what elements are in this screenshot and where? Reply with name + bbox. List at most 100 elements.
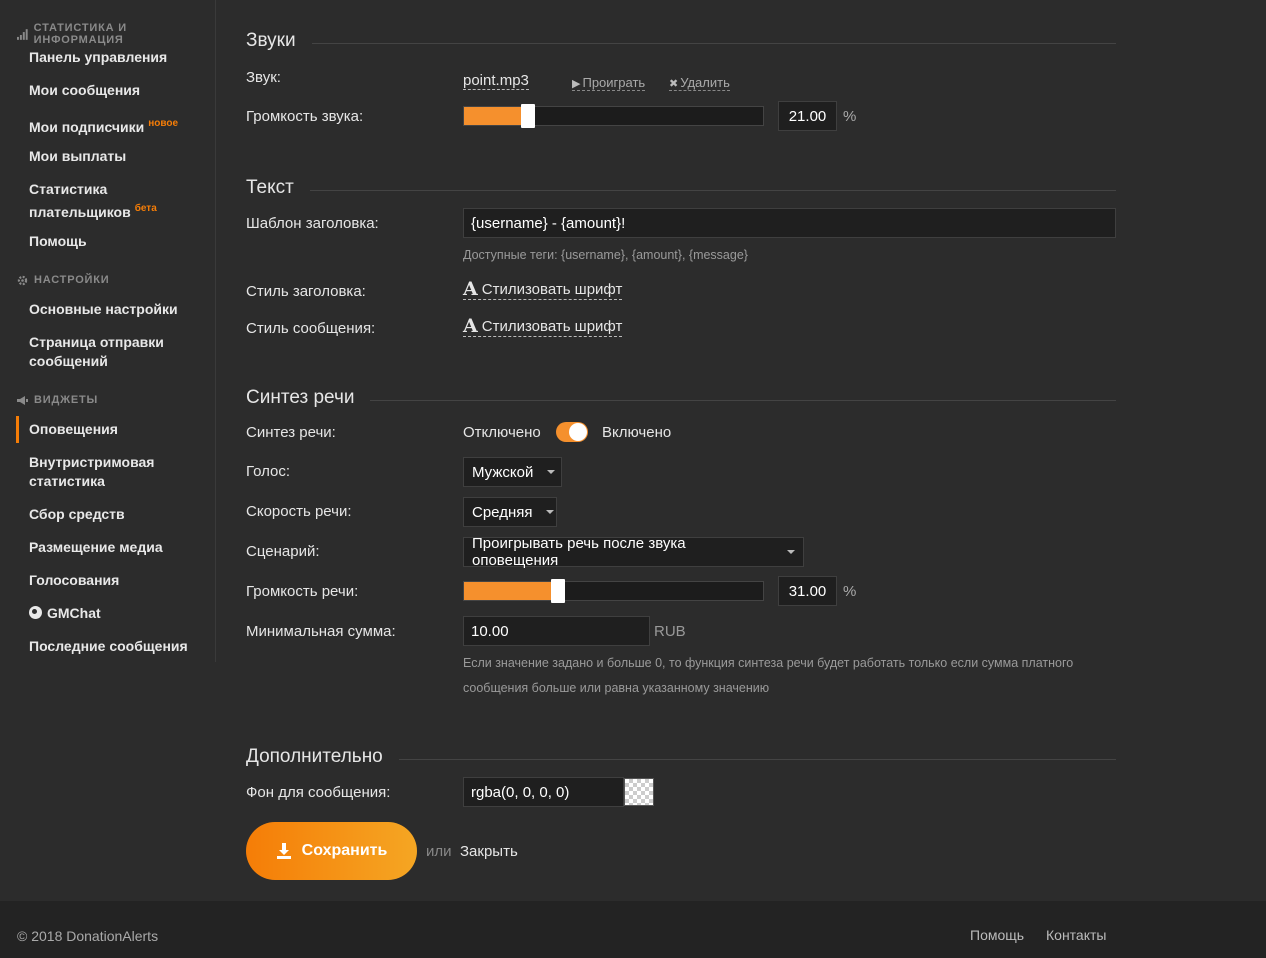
divider <box>398 758 1116 760</box>
font-icon: A <box>463 315 478 337</box>
section-title: Звуки <box>246 30 296 51</box>
sound-volume-label: Громкость звука: <box>246 108 364 125</box>
caret-down-icon <box>547 470 556 474</box>
section-title: Синтез речи <box>246 387 355 408</box>
percent-sign: % <box>843 583 857 600</box>
header-template-input[interactable]: {username} - {amount}! <box>463 208 1116 238</box>
sound-file-link[interactable]: point.mp3 <box>463 72 529 90</box>
toggle-knob <box>569 423 587 441</box>
tts-toggle[interactable] <box>556 422 588 442</box>
tts-off-label: Отключено <box>463 424 541 441</box>
sound-volume-input[interactable]: 21.00 <box>778 101 837 131</box>
play-sound-link[interactable]: ▶ Проиграть <box>572 74 646 91</box>
section-title: Текст <box>246 177 294 198</box>
footer: © 2018 DonationAlerts Помощь Контакты <box>0 901 1266 958</box>
voice-select[interactable]: Мужской <box>463 457 562 487</box>
color-picker-swatch[interactable] <box>624 778 654 806</box>
delete-label: Удалить <box>680 75 730 90</box>
slider-handle[interactable] <box>521 104 535 128</box>
gear-icon <box>17 275 28 285</box>
section-title: Дополнительно <box>246 746 383 767</box>
sidebar-item-gmchat[interactable]: GMChat <box>29 604 209 623</box>
close-link[interactable]: Закрыть <box>460 843 518 860</box>
sidebar-item-dashboard[interactable]: Панель управления <box>29 48 209 67</box>
tts-volume-slider[interactable] <box>463 579 764 603</box>
sidebar-item-fundraising[interactable]: Сбор средств <box>29 505 209 524</box>
min-amount-label: Минимальная сумма: <box>246 623 396 640</box>
speed-select-value: Средняя <box>472 503 533 521</box>
play-icon: ▶ <box>572 78 581 90</box>
sidebar-item-basic-settings[interactable]: Основные настройки <box>29 300 209 319</box>
download-icon <box>276 843 291 859</box>
scenario-label: Сценарий: <box>246 543 320 560</box>
min-amount-input[interactable]: 10.00 <box>463 616 650 646</box>
divider <box>311 42 1116 44</box>
tts-volume-input[interactable]: 31.00 <box>778 576 837 606</box>
sidebar-group-settings: НАСТРОЙКИ <box>17 274 109 286</box>
sidebar-item-label: Статистика плательщиков <box>29 181 131 220</box>
footer-contacts-link[interactable]: Контакты <box>1046 927 1106 943</box>
tts-on-label: Включено <box>602 424 672 441</box>
sidebar-item-last-messages[interactable]: Последние сообщения <box>29 637 209 656</box>
section-text: Текст <box>246 177 1116 199</box>
style-link-label: Стилизовать шрифт <box>481 318 623 335</box>
sound-file-name: point.mp3 <box>463 72 529 90</box>
sidebar-item-label: GMChat <box>47 605 101 621</box>
tts-enabled-label: Синтез речи: <box>246 424 336 441</box>
close-icon: ✖ <box>669 78 679 90</box>
scenario-select-value: Проигрывать речь после звука оповещения <box>472 535 686 569</box>
header-style-label: Стиль заголовка: <box>246 283 366 300</box>
slider-fill <box>464 107 527 125</box>
speed-select[interactable]: Средняя <box>463 497 557 527</box>
sidebar-item-alerts[interactable]: Оповещения <box>16 416 209 443</box>
sidebar-group-label: НАСТРОЙКИ <box>34 274 110 286</box>
percent-sign: % <box>843 108 857 125</box>
sidebar-group-stats: СТАТИСТИКА И ИНФОРМАЦИЯ <box>17 22 215 46</box>
sidebar-item-messages[interactable]: Мои сообщения <box>29 81 209 100</box>
divider <box>370 399 1116 401</box>
sound-volume-slider[interactable] <box>463 104 764 128</box>
bar-chart-icon <box>17 28 28 40</box>
sidebar-item-help[interactable]: Помощь <box>29 232 209 251</box>
min-amount-hint-line1: Если значение задано и больше 0, то функ… <box>463 656 1074 670</box>
sidebar-item-polls[interactable]: Голосования <box>29 571 209 590</box>
message-style-label: Стиль сообщения: <box>246 320 376 337</box>
section-extra: Дополнительно <box>246 746 1116 768</box>
sidebar-group-label: СТАТИСТИКА И ИНФОРМАЦИЯ <box>33 22 127 46</box>
voice-label: Голос: <box>246 463 291 480</box>
sound-label: Звук: <box>246 69 281 86</box>
scenario-select[interactable]: Проигрывать речь после звука оповещения <box>463 535 804 569</box>
bg-color-input[interactable]: rgba(0, 0, 0, 0) <box>463 777 624 807</box>
copyright: © 2018 DonationAlerts <box>17 928 159 944</box>
or-text: или <box>426 843 452 860</box>
section-sounds: Звуки <box>246 30 1116 52</box>
sidebar-group-label: ВИДЖЕТЫ <box>34 394 99 406</box>
min-amount-hint-line2: сообщения больше или равна указанному зн… <box>463 681 770 695</box>
style-link-label: Стилизовать шрифт <box>481 281 623 298</box>
new-badge: новое <box>148 118 179 129</box>
header-template-label: Шаблон заголовка: <box>246 215 379 232</box>
sidebar-item-label: Мои подписчики <box>29 119 145 135</box>
slider-fill <box>464 582 557 600</box>
sidebar-item-payer-stats[interactable]: Статистика плательщиков бета <box>29 180 159 222</box>
header-style-link[interactable]: A Стилизовать шрифт <box>463 280 623 300</box>
save-button[interactable]: Сохранить <box>246 822 417 880</box>
slider-handle[interactable] <box>551 579 565 603</box>
beta-badge: бета <box>134 203 157 214</box>
save-button-label: Сохранить <box>301 842 388 859</box>
sidebar-item-send-page[interactable]: Страница отправки сообщений <box>29 333 169 371</box>
footer-help-link[interactable]: Помощь <box>970 927 1024 943</box>
caret-down-icon <box>546 510 555 514</box>
sidebar-item-media[interactable]: Размещение медиа <box>29 538 209 557</box>
speed-label: Скорость речи: <box>246 503 352 520</box>
currency-label: RUB <box>654 623 686 640</box>
play-label: Проиграть <box>582 75 646 90</box>
message-style-link[interactable]: A Стилизовать шрифт <box>463 315 623 337</box>
sidebar-item-subscribers[interactable]: Мои подписчики новое <box>29 114 209 137</box>
tts-volume-label: Громкость речи: <box>246 583 359 600</box>
sidebar-item-stream-stats[interactable]: Внутристримовая статистика <box>29 453 159 491</box>
sidebar-item-payouts[interactable]: Мои выплаты <box>29 147 209 166</box>
delete-sound-link[interactable]: ✖ Удалить <box>669 74 730 91</box>
tags-hint: Доступные теги: {username}, {amount}, {m… <box>463 248 748 262</box>
megaphone-icon <box>17 395 28 405</box>
